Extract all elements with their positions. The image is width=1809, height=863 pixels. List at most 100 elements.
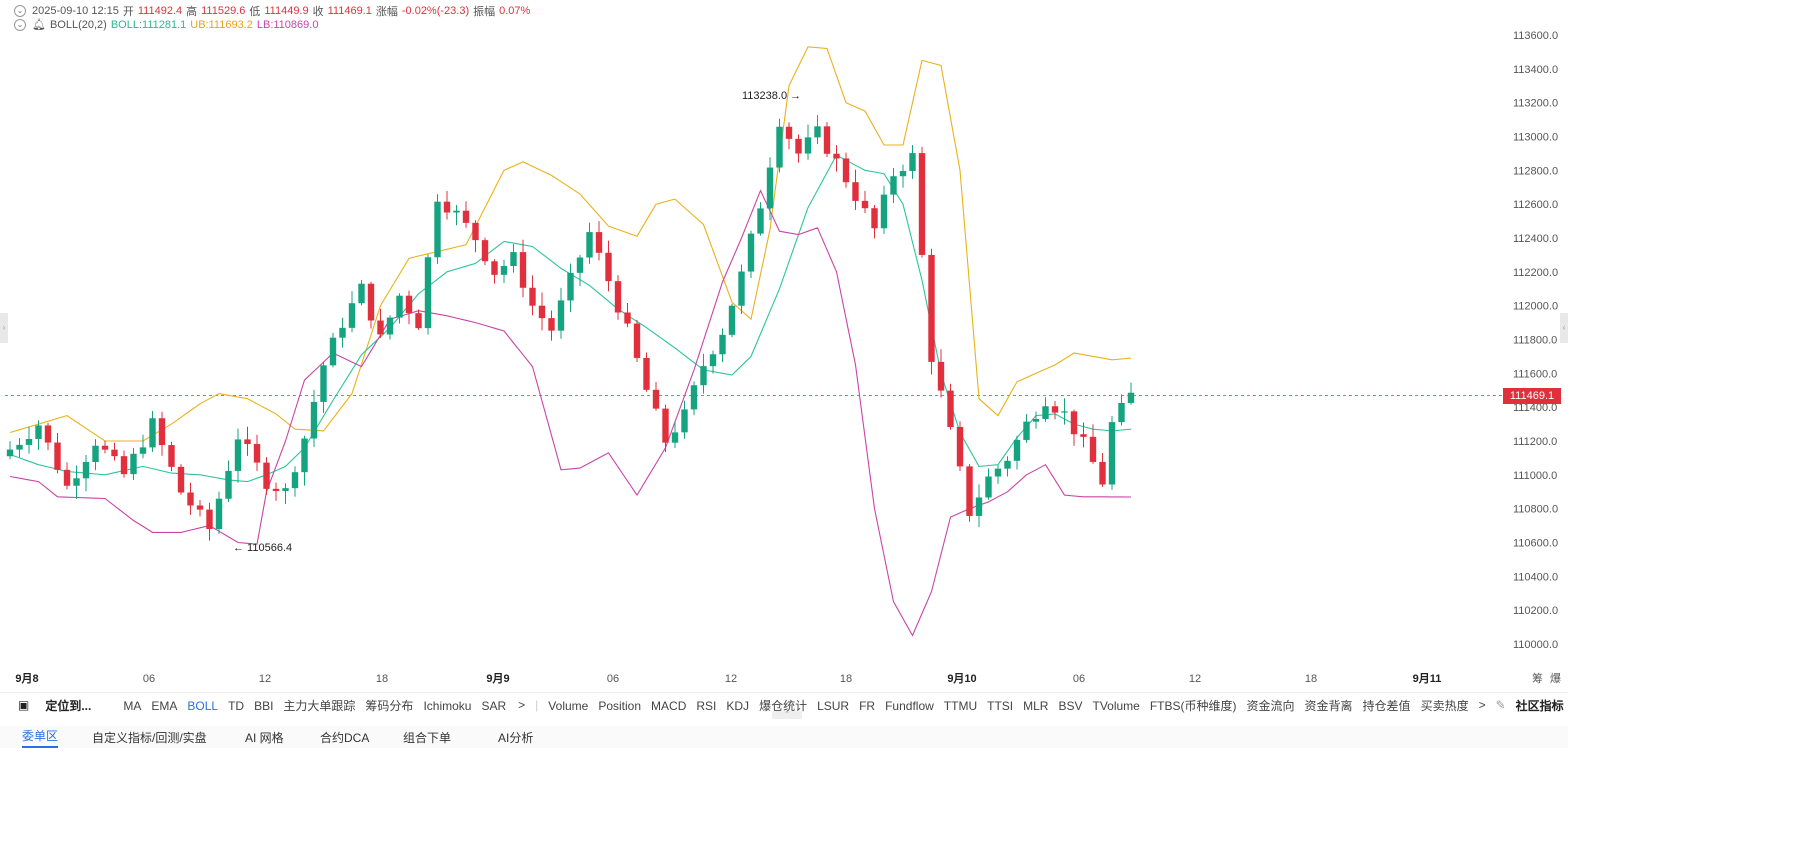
sub-indicator-10[interactable]: TTSI (987, 699, 1013, 713)
candle-body (985, 476, 992, 498)
open-value: 111492.4 (137, 5, 183, 17)
candle-body (709, 354, 717, 367)
candle-body (329, 337, 337, 366)
sub-indicator-0[interactable]: Volume (548, 699, 588, 713)
sub-indicator-18[interactable]: 买卖热度 (1421, 699, 1469, 713)
main-indicator-8[interactable]: SAR (481, 699, 506, 713)
candle-body (700, 366, 707, 386)
candle-body (424, 257, 432, 329)
candle-body (937, 361, 945, 391)
candle-body (291, 472, 299, 489)
candle-body (367, 283, 375, 321)
sub-indicator-8[interactable]: Fundflow (885, 699, 934, 713)
candle-body (348, 303, 356, 328)
low-annotation: ← 110566.4 (233, 542, 292, 554)
bottom-tab-3[interactable]: 合约DCA (320, 729, 369, 746)
sub-indicator-2[interactable]: MACD (651, 699, 686, 713)
candle-body (918, 153, 926, 255)
candle-body (814, 126, 821, 138)
candle-body (6, 449, 14, 457)
time-tick-label: 9月11 (1413, 672, 1442, 685)
sub-indicator-6[interactable]: LSUR (817, 699, 849, 713)
main-indicator-3[interactable]: TD (228, 699, 244, 713)
sub-indicator-14[interactable]: FTBS(币种维度) (1150, 699, 1237, 713)
candlestick-chart[interactable]: 113600.0 113400.0 113200.0 113000.0 112800.0… (0, 0, 1568, 690)
sub-indicator-7[interactable]: FR (859, 699, 875, 713)
candle-body (434, 201, 441, 258)
sub-indicator-9[interactable]: TTMU (944, 699, 977, 713)
main-indicator-list: MA EMA BOLL TD BBI 主力大单跟踪 筹码分布 Ichimoku SAR (123, 697, 516, 714)
time-tick-label: 18 (1305, 673, 1317, 685)
candle-body (158, 418, 166, 446)
candle-body (415, 313, 422, 329)
main-indicator-5[interactable]: 主力大单跟踪 (283, 699, 355, 713)
candle-body (272, 488, 280, 492)
low-label: 低 (249, 6, 261, 18)
candle-body (130, 453, 137, 475)
candle-body (396, 295, 403, 318)
main-indicator-4[interactable]: BBI (254, 699, 273, 713)
main-indicator-7[interactable]: Ichimoku (423, 699, 471, 713)
sub-more-arrow[interactable]: > (1479, 698, 1486, 712)
collapse-icon[interactable]: ⌄ (14, 18, 26, 31)
bottom-tab-2[interactable]: AI 网格 (245, 729, 284, 746)
edit-icon[interactable]: ✎ (1496, 698, 1506, 712)
price-tick-label: 110800.0 (1513, 504, 1558, 516)
left-panel-handle[interactable]: › (0, 313, 8, 343)
amplitude-value: 0.07% (499, 5, 531, 17)
candle-body (557, 300, 565, 331)
candle-body (1032, 419, 1040, 422)
main-more-arrow[interactable]: > (518, 698, 525, 712)
sub-indicator-16[interactable]: 资金背离 (1305, 699, 1353, 713)
sub-indicator-11[interactable]: MLR (1023, 699, 1048, 713)
sub-indicator-1[interactable]: Position (598, 699, 641, 713)
sub-indicator-15[interactable]: 资金流向 (1247, 699, 1295, 713)
bottom-tab-5[interactable]: AI分析 (498, 729, 533, 746)
locate-label: 定位到... (45, 698, 92, 713)
bottom-tab-4[interactable]: 组合下单 (403, 729, 451, 746)
time-tick-label: 12 (1189, 673, 1201, 685)
sub-indicator-3[interactable]: RSI (696, 699, 716, 713)
main-indicator-0[interactable]: MA (123, 699, 141, 713)
collapse-panel-handle[interactable]: ⌃ (772, 711, 802, 719)
time-tick-label: 18 (840, 673, 852, 685)
candle-body (225, 470, 232, 499)
community-indicators-button[interactable]: 社区指标 (1516, 697, 1564, 714)
sub-indicator-list: Volume Position MACD RSI KDJ 爆仓统计 LSUR FR Fundfl… (548, 697, 1478, 714)
candle-body (244, 439, 251, 445)
candle-body (149, 418, 156, 448)
sub-indicator-4[interactable]: KDJ (726, 699, 749, 713)
close-value: 111469.1 (327, 5, 372, 17)
right-panel-handle[interactable]: ‹ (1560, 313, 1568, 343)
chart-area[interactable]: 113600.0 113400.0 113200.0 113000.0 112800.0… (0, 0, 1568, 690)
candle-body (671, 432, 679, 443)
main-indicator-1[interactable]: EMA (151, 699, 177, 713)
main-indicator-6[interactable]: 筹码分布 (365, 699, 413, 713)
candle-body (1023, 421, 1030, 440)
candle-body (681, 409, 688, 433)
bottom-tabs: 委单区 自定义指标/回测/实盘 AI 网格 合约DCA 组合下单 AI分析 (0, 726, 1568, 748)
price-tick-label: 111000.0 (1513, 470, 1557, 482)
bottom-tab-0[interactable]: 委单区 (22, 727, 59, 748)
candle-body (386, 317, 394, 335)
candle-body (73, 478, 80, 486)
boll-ub-value: UB:111693.2 (190, 18, 253, 31)
time-tick-label: 9月9 (486, 672, 509, 685)
candle-body (1061, 411, 1068, 413)
sub-indicator-13[interactable]: TVolume (1092, 699, 1139, 713)
candle-body (405, 295, 413, 314)
candle-body (82, 461, 90, 479)
main-indicator-2[interactable]: BOLL (187, 699, 218, 713)
bell-icon[interactable]: 🔔︎ (32, 18, 46, 31)
candle-body (576, 257, 584, 273)
candle-body (320, 365, 327, 402)
candle-body (1042, 406, 1049, 420)
sub-indicator-17[interactable]: 持仓差值 (1363, 699, 1411, 713)
price-tick-label: 110000.0 (1513, 639, 1558, 651)
sub-indicator-12[interactable]: BSV (1058, 699, 1082, 713)
locate-button[interactable]: ▣ 定位到... (18, 697, 101, 714)
collapse-icon[interactable]: ⌄ (14, 5, 26, 17)
candle-body (823, 126, 831, 154)
boll-name[interactable]: BOLL(20,2) (50, 19, 107, 31)
bottom-tab-1[interactable]: 自定义指标/回测/实盘 (92, 729, 207, 746)
